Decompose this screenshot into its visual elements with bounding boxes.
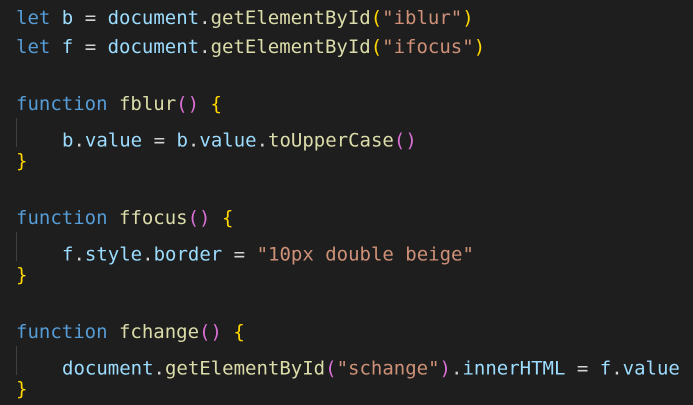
indent-guide [16,346,17,375]
string: "ifocus" [382,35,474,58]
object: document [107,7,200,29]
method: getElementById [210,35,371,58]
code-line-6[interactable]: } [16,147,693,176]
code-line-11[interactable] [16,289,693,318]
code-editor[interactable]: let b = document.getElementById("iblur")… [0,0,693,405]
keyword: let [16,35,51,58]
keyword: function [16,320,108,343]
code-line-10[interactable]: } [16,261,693,290]
method: getElementById [210,7,371,29]
indent-guide [16,118,17,147]
code-line-7[interactable] [16,175,693,204]
indent-guide [16,232,17,261]
code-line-5[interactable]: b.value = b.value.toUpperCase() [16,118,693,152]
keyword: function [16,206,108,229]
indent [16,232,62,261]
code-line-8[interactable]: function ffocus() { [16,204,693,233]
code-line-1[interactable]: let b = document.getElementById("iblur") [16,4,693,33]
brace: } [16,149,28,172]
bracket: ( [370,7,383,29]
brace: { [221,206,234,229]
bracket: () [187,206,211,229]
indent [16,346,62,375]
keyword: let [16,7,51,29]
brace: { [233,320,245,343]
keyword: function [16,92,108,115]
operator: = [84,7,97,29]
function-name: ffocus [118,206,188,229]
function-name: fchange [118,320,200,343]
code-line-14[interactable]: } [16,375,693,404]
brace: } [16,377,28,400]
string: "iblur" [382,7,463,29]
function-name: fblur [118,92,177,115]
brace: } [16,263,28,286]
variable: b [61,7,74,29]
code-line-3[interactable] [16,61,693,90]
indent [16,118,62,147]
dot: . [199,7,211,29]
brace: { [210,92,222,115]
bracket: ) [462,7,474,29]
bracket: ) [473,35,486,58]
code-line-9[interactable]: f.style.border = "10px double beige" [16,232,693,266]
bracket: () [176,92,200,115]
code-line-12[interactable]: function fchange() { [16,318,693,347]
code-line-2[interactable]: let f = document.getElementById("ifocus"… [16,33,693,62]
variable: f [61,35,74,58]
code-line-13[interactable]: document.getElementById("schange").inner… [16,346,693,380]
operator: = [84,35,97,58]
dot: . [199,35,211,58]
bracket: ( [370,35,383,58]
bracket: () [199,320,222,343]
object: document [107,35,200,58]
code-line-4[interactable]: function fblur() { [16,90,693,119]
